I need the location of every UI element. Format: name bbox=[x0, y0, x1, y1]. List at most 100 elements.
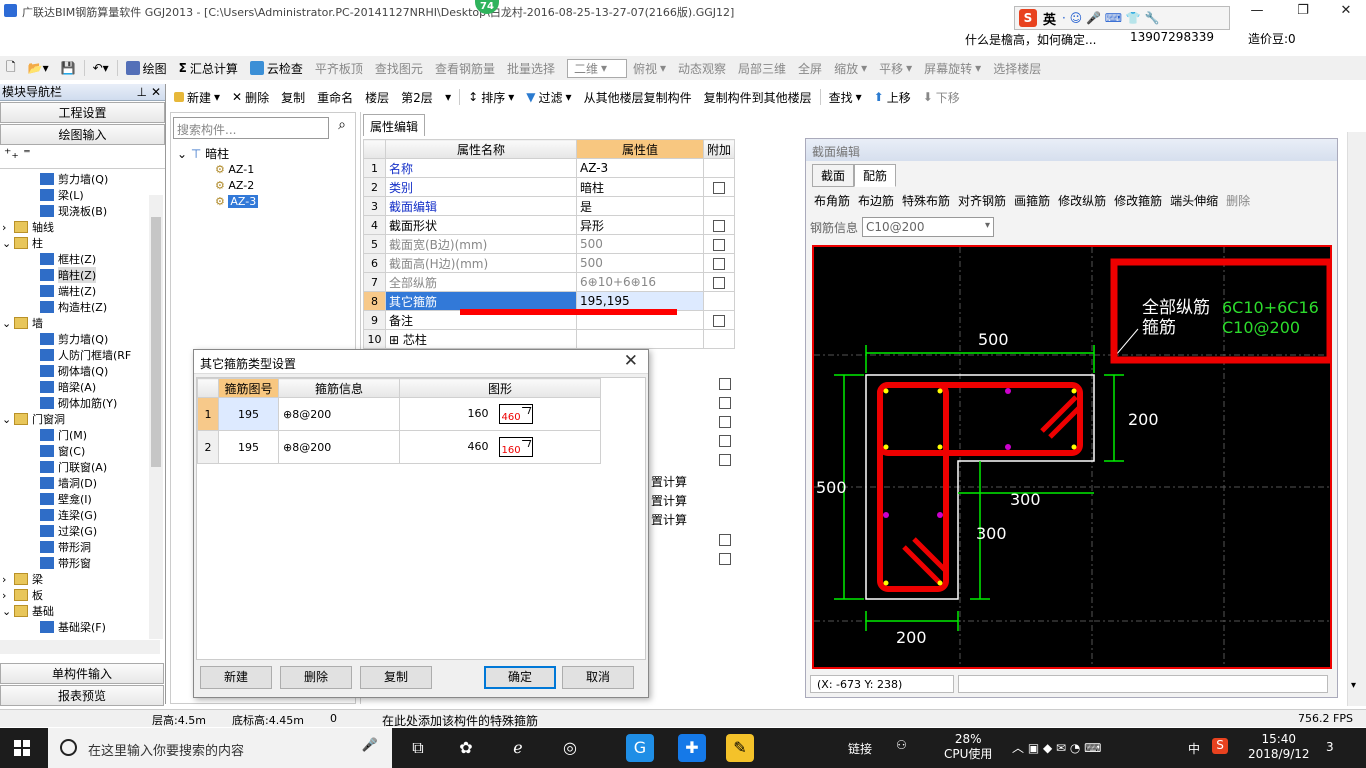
sum-button[interactable]: Σ 汇总计算 bbox=[173, 60, 244, 77]
flat-top-button[interactable]: 平齐板顶 bbox=[309, 60, 369, 77]
component-search-input[interactable]: 搜索构件... bbox=[173, 117, 329, 139]
corner-rebar-button[interactable]: 布角筋 bbox=[810, 192, 854, 209]
prop-value[interactable]: 暗柱 bbox=[576, 177, 704, 197]
user-phone[interactable]: 13907298339 bbox=[1130, 30, 1214, 44]
stirrup-shape-cell[interactable]: 460 160 bbox=[399, 430, 601, 464]
move-up-button[interactable]: ⬆ 上移 bbox=[868, 89, 917, 106]
new-button[interactable]: 新建 ▾ bbox=[168, 89, 226, 106]
tree-item[interactable]: 人防门框墙(RF bbox=[28, 347, 131, 363]
tree-item[interactable]: 框柱(Z) bbox=[28, 251, 96, 267]
notification-count[interactable]: 3 bbox=[1326, 740, 1334, 754]
dialog-copy-button[interactable]: 复制 bbox=[360, 666, 432, 689]
coin-count[interactable]: 造价豆:0 bbox=[1248, 30, 1296, 47]
undo-icon[interactable]: ↶▾ bbox=[87, 61, 115, 75]
tab-section[interactable]: 截面 bbox=[812, 164, 855, 187]
dialog-ok-button[interactable]: 确定 bbox=[484, 666, 556, 689]
ie-icon[interactable]: ℯ bbox=[504, 734, 532, 762]
expander-icon[interactable]: ⌄ bbox=[2, 237, 11, 250]
prop-name[interactable]: ⊞ 芯柱 bbox=[385, 329, 577, 349]
plus-app-icon[interactable]: ✚ bbox=[678, 734, 706, 762]
comp-item-selected[interactable]: ⚙ AZ-3 bbox=[215, 194, 259, 210]
expander-icon[interactable]: ⌄ bbox=[2, 605, 11, 618]
tree-item[interactable]: 墙洞(D) bbox=[28, 475, 97, 491]
single-input-button[interactable]: 单构件输入 bbox=[0, 663, 164, 684]
taskbar-search[interactable]: 在这里输入你要搜索的内容 🎤 bbox=[48, 728, 392, 768]
copy-from-floor-button[interactable]: 从其他楼层复制构件 bbox=[578, 89, 698, 106]
local-3d-button[interactable]: 局部三维 bbox=[732, 60, 792, 77]
stirrup-code[interactable]: 195 bbox=[218, 397, 279, 431]
restore-button[interactable]: ❐ bbox=[1280, 0, 1326, 22]
comp-root[interactable]: ⌄ ⊤ 暗柱 bbox=[177, 145, 229, 162]
prop-value[interactable]: 是 bbox=[576, 196, 704, 216]
extra-checkbox[interactable] bbox=[713, 314, 725, 327]
tree-item[interactable]: 带形洞 bbox=[28, 539, 91, 555]
align-rebar-button[interactable]: 对齐钢筋 bbox=[954, 192, 1010, 209]
extra-checkbox[interactable] bbox=[713, 238, 725, 251]
draw-stirrup-button[interactable]: 画箍筋 bbox=[1010, 192, 1054, 209]
extra-checkbox[interactable] bbox=[713, 181, 725, 194]
open-file-icon[interactable]: 📂▾ bbox=[22, 61, 55, 75]
edge-rebar-button[interactable]: 布边筋 bbox=[854, 192, 898, 209]
tab-rebar[interactable]: 配筋 bbox=[854, 164, 897, 187]
dialog-cancel-button[interactable]: 取消 bbox=[562, 666, 634, 689]
tree-folder[interactable]: ⌄ 门窗洞 bbox=[2, 411, 65, 427]
top-view-button[interactable]: 俯视 ▾ bbox=[627, 60, 672, 77]
move-down-button[interactable]: ⬇ 下移 bbox=[917, 89, 966, 106]
prop-value[interactable]: 195,195 bbox=[576, 291, 704, 311]
tree-item[interactable]: 剪力墙(Q) bbox=[28, 331, 108, 347]
tree-item[interactable]: 连梁(G) bbox=[28, 507, 97, 523]
sogou-tray-icon[interactable]: S bbox=[1212, 738, 1228, 754]
prop-value[interactable]: AZ-3 bbox=[576, 158, 704, 178]
expander-icon[interactable]: › bbox=[2, 221, 10, 234]
notes-app-icon[interactable]: ✎ bbox=[726, 734, 754, 762]
tree-item[interactable]: 砌体墙(Q) bbox=[28, 363, 108, 379]
extra-checkbox[interactable] bbox=[719, 396, 731, 409]
expand-collapse-icons[interactable]: ⁺₊ ⁼ bbox=[0, 146, 165, 168]
tree-item[interactable]: 端柱(Z) bbox=[28, 283, 96, 299]
extra-checkbox[interactable] bbox=[719, 434, 731, 447]
edit-longitudinal-button[interactable]: 修改纵筋 bbox=[1054, 192, 1110, 209]
tab-property-edit[interactable]: 属性编辑 bbox=[363, 114, 426, 136]
tree-item[interactable]: 构造柱(Z) bbox=[28, 299, 107, 315]
prop-value[interactable] bbox=[576, 329, 704, 349]
filter-button[interactable]: ▼ 过滤 ▾ bbox=[520, 89, 577, 106]
app-icon-swirl[interactable]: ◎ bbox=[556, 734, 584, 762]
nav-close-icon[interactable]: ✕ bbox=[151, 84, 161, 100]
stirrup-info[interactable]: ⊕8@200 bbox=[278, 430, 400, 464]
draw-button[interactable]: 绘图 bbox=[120, 60, 173, 77]
tree-folder[interactable]: › 轴线 bbox=[2, 219, 54, 235]
people-icon[interactable]: ⚇ bbox=[896, 738, 907, 752]
comp-item[interactable]: ⚙ AZ-2 bbox=[215, 178, 258, 194]
prop-value[interactable]: 500 bbox=[576, 234, 704, 254]
pin-icon[interactable]: ⊥ bbox=[137, 84, 147, 100]
close-button[interactable]: ✕ bbox=[1326, 0, 1366, 22]
task-view-icon[interactable]: ⧉ bbox=[404, 734, 432, 762]
stirrup-code[interactable]: 195 bbox=[218, 430, 279, 464]
delete-button[interactable]: ✕ 删除 bbox=[226, 89, 275, 106]
tree-folder[interactable]: › 板 bbox=[2, 587, 43, 603]
extra-checkbox[interactable] bbox=[719, 533, 731, 546]
tree-item[interactable]: 梁(L) bbox=[28, 187, 84, 203]
tray-icons[interactable]: ︿ ▣ ◆ ✉ ◔ ⌨ bbox=[1012, 739, 1102, 756]
extra-checkbox[interactable] bbox=[713, 257, 725, 270]
fan-app-icon[interactable]: ✿ bbox=[452, 734, 480, 762]
view-rebar-button[interactable]: 查看钢筋量 bbox=[429, 60, 501, 77]
dialog-new-button[interactable]: 新建 bbox=[200, 666, 272, 689]
prop-value[interactable]: 异形 bbox=[576, 215, 704, 235]
stirrup-shape-cell[interactable]: 160 460 bbox=[399, 397, 601, 431]
report-preview-button[interactable]: 报表预览 bbox=[0, 685, 164, 706]
tree-item[interactable]: 基础梁(F) bbox=[28, 619, 106, 635]
tree-item[interactable]: 门联窗(A) bbox=[28, 459, 107, 475]
tree-item[interactable]: 门(M) bbox=[28, 427, 87, 443]
link-label[interactable]: 链接 bbox=[848, 740, 872, 757]
right-scrollbar[interactable]: ▾ bbox=[1347, 132, 1366, 706]
extra-checkbox[interactable] bbox=[719, 415, 731, 428]
rename-button[interactable]: 重命名 bbox=[311, 89, 359, 106]
prop-value[interactable]: 6⊕10+6⊕16 bbox=[576, 272, 704, 292]
question-link[interactable]: 什么是檐高，如何确定... bbox=[965, 31, 1096, 48]
tree-item[interactable]: 剪力墙(Q) bbox=[28, 171, 108, 187]
dialog-close-icon[interactable]: ✕ bbox=[624, 351, 638, 371]
copy-to-floor-button[interactable]: 复制构件到其他楼层 bbox=[698, 89, 818, 106]
prop-value[interactable]: 500 bbox=[576, 253, 704, 273]
tree-item[interactable]: 窗(C) bbox=[28, 443, 85, 459]
